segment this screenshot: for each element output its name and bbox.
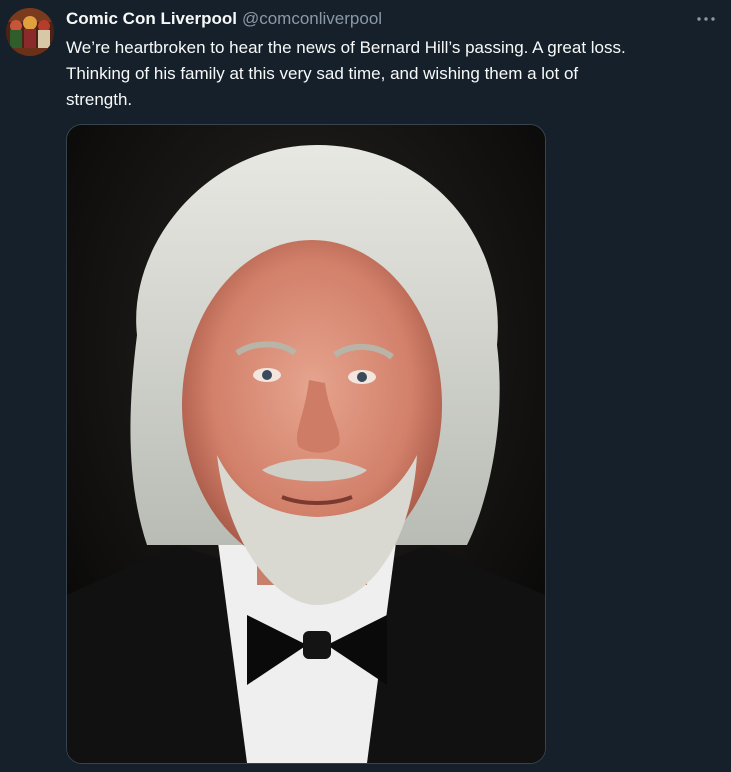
tweet-photo[interactable] <box>66 124 546 764</box>
portrait-photo <box>67 125 545 763</box>
avatar[interactable] <box>6 8 54 56</box>
tweet-text-line: Thinking of his family at this very sad … <box>66 64 579 83</box>
handle[interactable]: @comconliverpool <box>242 9 382 29</box>
avatar-image <box>6 8 54 56</box>
tweet-text-line: strength. <box>66 90 133 109</box>
tweet-header: Comic Con Liverpool @comconliverpool <box>66 8 691 30</box>
more-options-icon <box>697 17 715 21</box>
tweet-text-line: We’re heartbroken to hear the news of Be… <box>66 38 626 57</box>
display-name[interactable]: Comic Con Liverpool <box>66 9 237 29</box>
tweet: Comic Con Liverpool @comconliverpool We’… <box>0 0 731 772</box>
tweet-text: We’re heartbroken to hear the news of Be… <box>66 35 716 113</box>
more-options-button[interactable] <box>693 6 719 32</box>
